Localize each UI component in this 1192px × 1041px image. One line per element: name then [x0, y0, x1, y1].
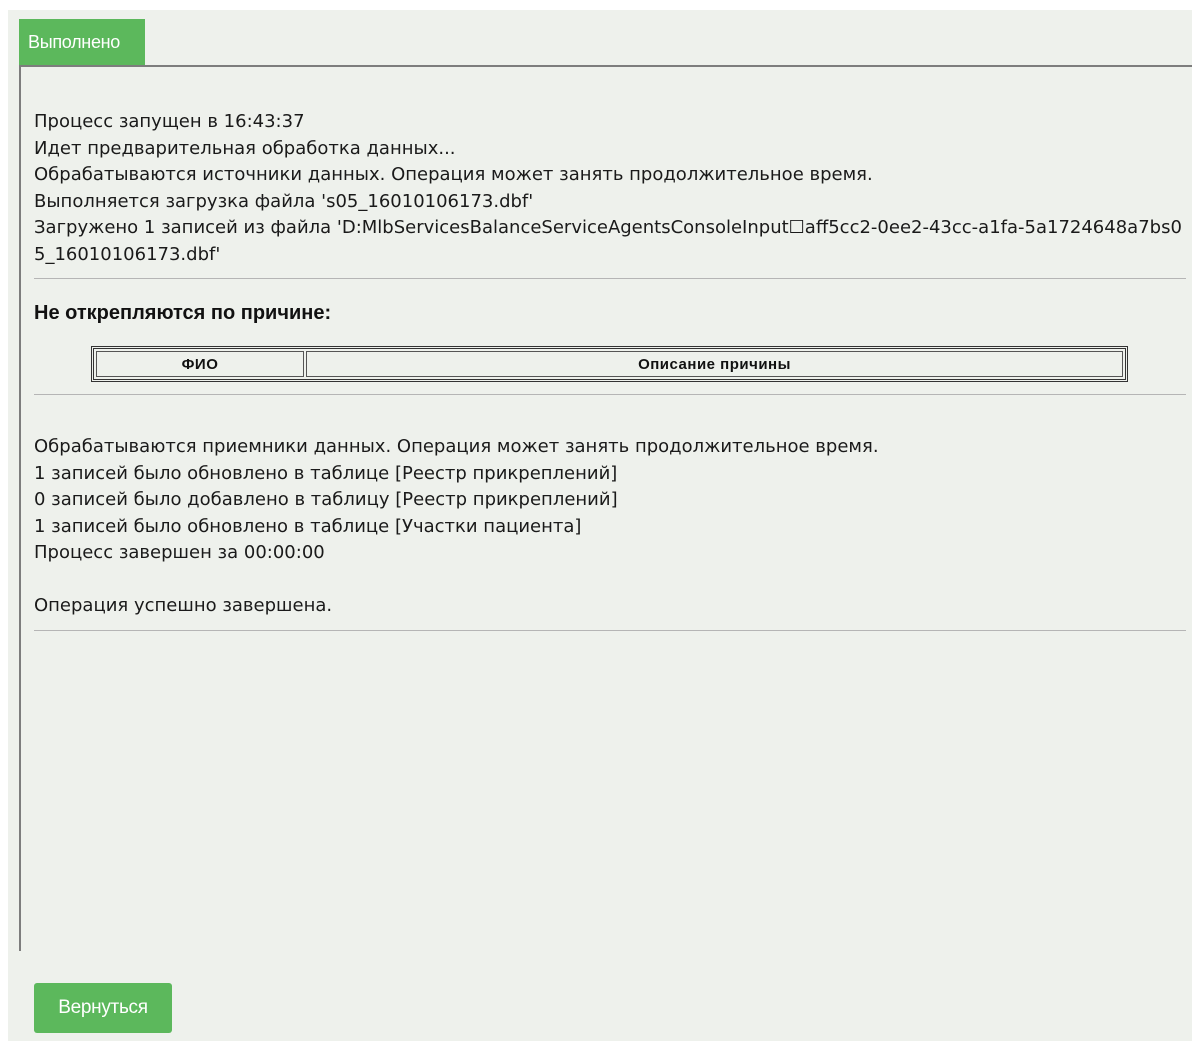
success-message: Операция успешно завершена.	[34, 595, 333, 616]
log-line: Загружено 1 записей из файла 'D:MlbServi…	[34, 217, 1182, 265]
log-line: 1 записей было обновлено в таблице [Учас…	[34, 515, 582, 537]
column-header-reason[interactable]: Описание причины	[306, 351, 1123, 377]
process-log-bottom: Обрабатываются приемники данных. Операци…	[34, 434, 1184, 620]
log-line: 1 записей было обновлено в таблице [Реес…	[34, 462, 618, 484]
log-line: Процесс запущен в 16:43:37	[34, 111, 305, 132]
divider	[34, 394, 1186, 395]
status-tab[interactable]: Выполнено	[19, 19, 145, 65]
log-line: Обрабатываются источники данных. Операци…	[34, 164, 873, 185]
process-log-top: Процесс запущен в 16:43:37 Идет предвари…	[34, 109, 1184, 268]
divider	[34, 278, 1186, 279]
log-line: Идет предварительная обработка данных...	[34, 137, 456, 159]
divider	[34, 630, 1186, 631]
column-header-fio[interactable]: ФИО	[96, 351, 304, 377]
log-line-empty	[34, 567, 1184, 594]
table-header-row: ФИО Описание причины	[96, 351, 1123, 377]
section-title: Не открепляются по причине:	[34, 302, 332, 324]
log-line: Процесс завершен за 00:00:00	[34, 542, 325, 563]
log-line: Обрабатываются приемники данных. Операци…	[34, 436, 879, 457]
back-button[interactable]: Вернуться	[34, 983, 172, 1033]
log-line: Выполняется загрузка файла 's05_16010106…	[34, 190, 534, 212]
reasons-table: ФИО Описание причины	[91, 346, 1128, 382]
log-line: 0 записей было добавлено в таблицу [Реес…	[34, 489, 618, 510]
